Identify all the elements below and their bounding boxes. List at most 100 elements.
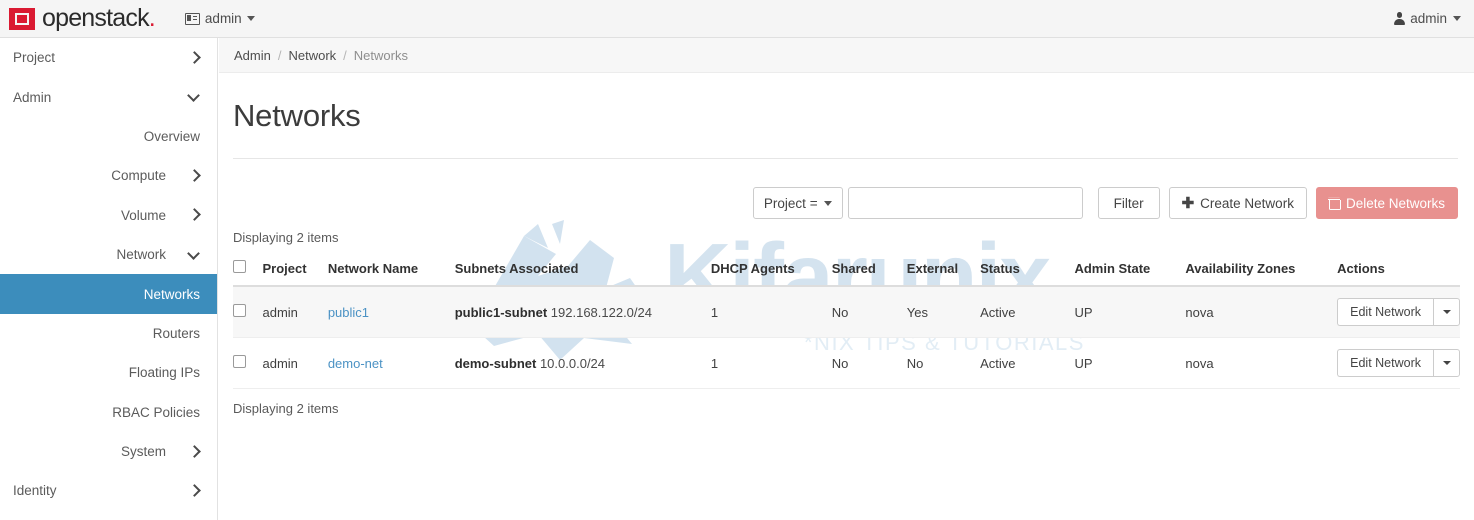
table-head: Project Network Name Subnets Associated … bbox=[233, 254, 1460, 288]
building-icon bbox=[184, 12, 200, 25]
cell-project: admin bbox=[262, 337, 328, 390]
sidebar-item-admin[interactable]: Admin bbox=[0, 77, 217, 116]
row-action-group: Edit Network bbox=[1337, 298, 1460, 327]
page-title: Networks bbox=[233, 98, 361, 133]
header-subnets-associated[interactable]: Subnets Associated bbox=[454, 254, 711, 288]
row-checkbox[interactable] bbox=[233, 304, 246, 318]
chevron-down-icon bbox=[1442, 310, 1451, 315]
create-network-label: Create Network bbox=[1200, 195, 1294, 211]
breadcrumb-network[interactable]: Network bbox=[288, 48, 336, 63]
sidebar: Project Admin Overview Compute Volume Network… bbox=[0, 38, 218, 520]
sidebar-item-label: Network bbox=[116, 247, 166, 263]
sidebar-item-label: Routers bbox=[152, 325, 200, 341]
sidebar-item-volume[interactable]: Volume bbox=[0, 196, 217, 235]
user-menu-label: admin bbox=[1410, 11, 1447, 26]
user-menu[interactable]: admin bbox=[1394, 11, 1474, 26]
edit-network-button[interactable]: Edit Network bbox=[1337, 349, 1433, 378]
breadcrumb-separator: / bbox=[343, 47, 347, 63]
delete-networks-button[interactable]: Delete Networks bbox=[1315, 187, 1458, 220]
breadcrumb-separator: / bbox=[277, 47, 282, 63]
chevron-down-icon bbox=[1442, 361, 1451, 366]
brand-dot: . bbox=[148, 4, 156, 32]
sidebar-item-identity[interactable]: Identity bbox=[0, 471, 217, 510]
header-project[interactable]: Project bbox=[262, 254, 328, 288]
sidebar-item-networks[interactable]: Networks bbox=[0, 274, 217, 314]
project-switcher-label: admin bbox=[204, 11, 242, 26]
cell-project: admin bbox=[262, 286, 328, 339]
cell-admin-state: UP bbox=[1074, 286, 1186, 339]
table-toolbar: Project = Filter ✚ Create Network Delete… bbox=[219, 187, 1474, 220]
networks-table-wrapper: Project Network Name Subnets Associated … bbox=[233, 254, 1460, 390]
sidebar-item-routers[interactable]: Routers bbox=[0, 314, 217, 353]
row-checkbox[interactable] bbox=[233, 355, 246, 369]
cell-subnets-associated: demo-subnet 10.0.0.0/24 bbox=[454, 337, 711, 390]
cell-status: Active bbox=[980, 337, 1075, 390]
header-dhcp-agents[interactable]: DHCP Agents bbox=[710, 254, 832, 288]
plus-icon: ✚ bbox=[1181, 194, 1195, 212]
sidebar-item-label: System bbox=[120, 444, 166, 460]
cell-actions: Edit Network bbox=[1337, 337, 1460, 390]
table-row: admin public1 public1-subnet 192.168.122.0… bbox=[233, 286, 1460, 339]
network-name-link[interactable]: public1 bbox=[328, 305, 369, 320]
sidebar-item-label: Overview bbox=[143, 128, 200, 144]
chevron-down-icon bbox=[246, 16, 255, 21]
count-bottom: Displaying 2 items bbox=[233, 401, 339, 417]
title-divider bbox=[233, 158, 1458, 160]
top-navbar: openstack. admin admin bbox=[0, 0, 1474, 38]
header-network-name[interactable]: Network Name bbox=[327, 254, 455, 288]
cell-subnets-associated: public1-subnet 192.168.122.0/24 bbox=[454, 286, 711, 339]
sidebar-item-label: Volume bbox=[120, 207, 166, 223]
breadcrumb-current: Networks bbox=[353, 47, 408, 63]
filter-input[interactable] bbox=[847, 187, 1083, 220]
filter-type-dropdown[interactable]: Project = bbox=[752, 187, 843, 220]
row-action-group: Edit Network bbox=[1337, 349, 1460, 378]
header-shared[interactable]: Shared bbox=[831, 254, 907, 288]
chevron-right-icon bbox=[188, 209, 200, 221]
openstack-brand[interactable]: openstack. bbox=[0, 4, 156, 32]
cell-admin-state: UP bbox=[1074, 337, 1186, 390]
brand-name: openstack. bbox=[42, 4, 156, 32]
edit-network-button[interactable]: Edit Network bbox=[1337, 298, 1433, 327]
row-actions-dropdown-button[interactable] bbox=[1433, 349, 1460, 378]
header-admin-state[interactable]: Admin State bbox=[1074, 254, 1186, 288]
cell-external: Yes bbox=[906, 286, 981, 339]
cell-shared: No bbox=[831, 286, 907, 339]
table-body: admin public1 public1-subnet 192.168.122.0… bbox=[233, 286, 1460, 390]
chevron-right-icon bbox=[188, 446, 200, 458]
sidebar-item-label: Identity bbox=[13, 483, 57, 499]
create-network-button[interactable]: ✚ Create Network bbox=[1168, 187, 1307, 220]
cell-availability-zones: nova bbox=[1185, 286, 1338, 339]
sidebar-item-rbac-policies[interactable]: RBAC Policies bbox=[0, 393, 217, 432]
cell-availability-zones: nova bbox=[1185, 337, 1338, 390]
header-select-all bbox=[233, 254, 263, 288]
cell-dhcp-agents: 1 bbox=[710, 286, 832, 339]
cell-network-name: demo-net bbox=[327, 337, 455, 390]
sidebar-item-label: Compute bbox=[111, 168, 166, 184]
breadcrumb-admin[interactable]: Admin bbox=[234, 48, 271, 63]
chevron-down-icon bbox=[823, 200, 832, 206]
row-actions-dropdown-button[interactable] bbox=[1433, 298, 1460, 327]
sidebar-item-label: Floating IPs bbox=[128, 365, 200, 381]
header-availability-zones[interactable]: Availability Zones bbox=[1185, 254, 1338, 288]
project-switcher[interactable]: admin bbox=[179, 7, 261, 30]
header-external[interactable]: External bbox=[906, 254, 981, 288]
cell-select bbox=[233, 286, 263, 339]
sidebar-item-network[interactable]: Network bbox=[0, 235, 217, 274]
filter-button[interactable]: Filter bbox=[1097, 187, 1160, 220]
select-all-checkbox[interactable] bbox=[233, 260, 246, 274]
sidebar-item-overview[interactable]: Overview bbox=[0, 117, 217, 156]
trash-icon bbox=[1327, 198, 1341, 210]
sidebar-item-system[interactable]: System bbox=[0, 432, 217, 471]
sidebar-item-floating-ips[interactable]: Floating IPs bbox=[0, 353, 217, 392]
network-name-link[interactable]: demo-net bbox=[328, 356, 383, 371]
networks-table: Project Network Name Subnets Associated … bbox=[233, 254, 1460, 390]
chevron-right-icon bbox=[188, 485, 200, 497]
header-status[interactable]: Status bbox=[980, 254, 1075, 288]
sidebar-item-compute[interactable]: Compute bbox=[0, 156, 217, 195]
sidebar-item-label: Networks bbox=[143, 286, 200, 302]
sidebar-item-label: Project bbox=[13, 50, 56, 66]
cell-dhcp-agents: 1 bbox=[710, 337, 832, 390]
sidebar-item-project[interactable]: Project bbox=[0, 38, 217, 77]
subnet-name: public1-subnet bbox=[454, 304, 548, 320]
chevron-right-icon bbox=[188, 52, 200, 64]
